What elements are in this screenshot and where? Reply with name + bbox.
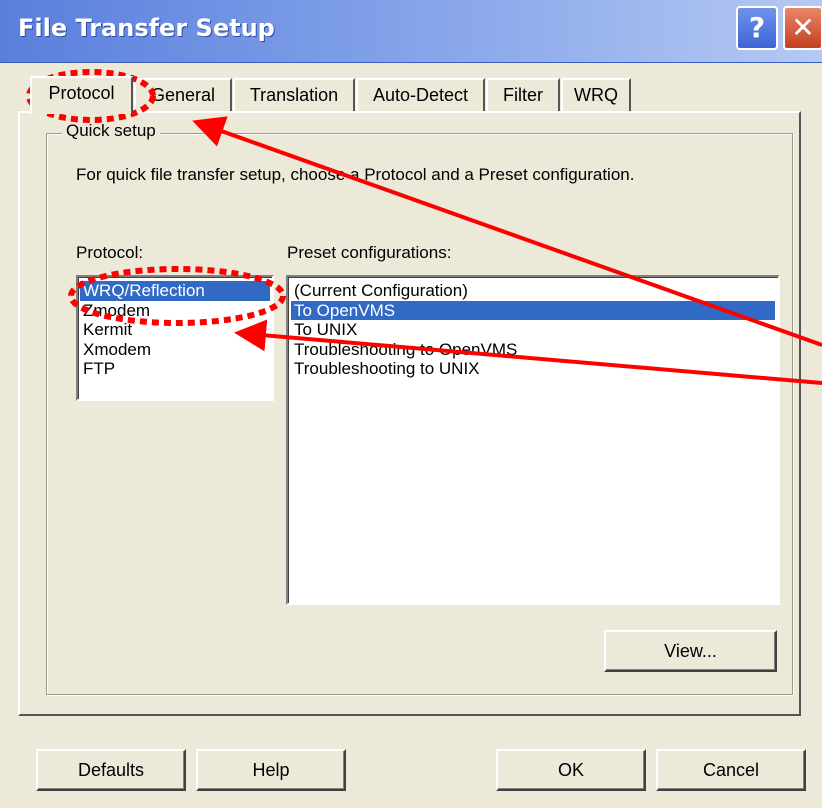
protocol-list-item[interactable]: Zmodem: [80, 301, 270, 321]
ok-button[interactable]: OK: [496, 749, 646, 791]
tab-filter[interactable]: Filter: [486, 78, 560, 112]
protocol-list-item[interactable]: Kermit: [80, 320, 270, 340]
quick-setup-description: For quick file transfer setup, choose a …: [76, 165, 635, 184]
close-title-button[interactable]: ✕: [783, 6, 822, 50]
preset-list-item[interactable]: To UNIX: [291, 320, 775, 340]
protocol-list-item[interactable]: Xmodem: [80, 340, 270, 360]
button-label: OK: [557, 759, 584, 780]
preset-configurations-label: Preset configurations:: [287, 243, 452, 262]
preset-configurations-listbox[interactable]: (Current Configuration) To OpenVMS To UNIX…: [286, 275, 780, 605]
preset-list-item[interactable]: Troubleshooting to UNIX: [291, 359, 775, 379]
tab-label: WRQ: [574, 85, 618, 105]
window-title: File Transfer Setup: [18, 14, 275, 42]
cancel-button[interactable]: Cancel: [656, 749, 806, 791]
preset-list-item[interactable]: Troubleshooting to OpenVMS: [291, 340, 775, 360]
close-icon: ✕: [791, 11, 815, 44]
button-label: Help: [252, 759, 290, 780]
defaults-button[interactable]: Defaults: [36, 749, 186, 791]
button-label: View...: [664, 640, 717, 661]
protocol-listbox[interactable]: WRQ/Reflection Zmodem Kermit Xmodem FTP: [76, 275, 274, 401]
preset-list-item[interactable]: To OpenVMS: [291, 300, 775, 320]
tab-label: Auto-Detect: [372, 85, 469, 105]
tab-label: Filter: [503, 85, 543, 105]
tab-translation[interactable]: Translation: [233, 78, 355, 112]
quick-setup-label: Quick setup: [62, 121, 160, 141]
view-button[interactable]: View...: [604, 630, 777, 672]
tab-label: General: [150, 85, 216, 105]
protocol-label: Protocol:: [76, 243, 144, 262]
tab-general[interactable]: General: [134, 78, 232, 112]
protocol-list-item[interactable]: WRQ/Reflection: [80, 281, 270, 301]
tab-protocol[interactable]: Protocol: [30, 76, 133, 114]
button-label: Defaults: [77, 759, 145, 780]
preset-list-item[interactable]: (Current Configuration): [291, 281, 775, 301]
help-button[interactable]: Help: [196, 749, 346, 791]
help-title-button[interactable]: ?: [736, 6, 778, 50]
title-bar: File Transfer Setup ? ✕: [0, 0, 822, 63]
tab-label: Translation: [249, 85, 339, 105]
question-icon: ?: [748, 11, 766, 44]
button-label: Cancel: [702, 759, 760, 780]
protocol-list-item[interactable]: FTP: [80, 359, 270, 379]
tab-label: Protocol: [48, 83, 115, 103]
tab-wrq[interactable]: WRQ: [561, 78, 631, 112]
tab-auto-detect[interactable]: Auto-Detect: [356, 78, 485, 112]
